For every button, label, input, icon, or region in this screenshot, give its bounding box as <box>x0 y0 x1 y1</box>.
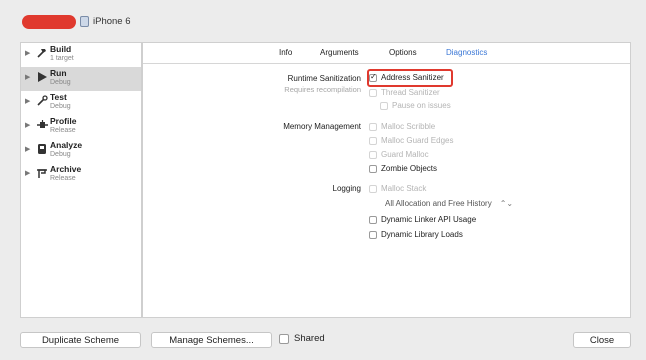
allocation-history-select[interactable]: All Allocation and Free History ⌃⌄ <box>385 199 513 208</box>
disclosure-triangle-icon[interactable]: ▶ <box>25 169 30 177</box>
dynamic-linker-api-usage-label: Dynamic Linker API Usage <box>381 215 477 224</box>
zombie-objects-label: Zombie Objects <box>381 164 438 173</box>
memory-management-label: Memory Management <box>283 122 361 131</box>
disclosure-triangle-icon[interactable]: ▶ <box>25 49 30 57</box>
pause-on-issues-checkbox[interactable]: Pause on issues <box>380 101 451 110</box>
runtime-sanitization-label: Runtime Sanitization <box>287 74 361 83</box>
disclosure-triangle-icon[interactable]: ▶ <box>25 97 30 105</box>
dynamic-library-loads-checkbox[interactable]: Dynamic Library Loads <box>369 230 463 239</box>
sidebar-item-subtitle: Debug <box>50 79 71 86</box>
scheme-editor-panel: Info Arguments Options Diagnostics Runti… <box>142 42 631 318</box>
chevron-updown-icon: ⌃⌄ <box>499 199 514 208</box>
guard-malloc-checkbox[interactable]: Guard Malloc <box>369 150 429 159</box>
checkbox-icon <box>369 184 377 193</box>
sidebar-item-label: Test <box>50 92 67 102</box>
address-sanitizer-label: Address Sanitizer <box>381 73 444 82</box>
guard-malloc-label: Guard Malloc <box>381 150 429 159</box>
checkbox-icon <box>369 150 377 159</box>
checkbox-icon <box>369 215 377 224</box>
checkbox-checked-icon <box>369 72 377 82</box>
sidebar-item-run[interactable]: ▶ Run Debug <box>21 67 141 91</box>
scheme-actions-sidebar: ▶ Build 1 target ▶ Run Debug ▶ Test Debu… <box>20 42 142 318</box>
tab-options[interactable]: Options <box>389 48 417 57</box>
malloc-guard-edges-label: Malloc Guard Edges <box>381 136 454 145</box>
sidebar-item-subtitle: Debug <box>50 151 71 158</box>
archive-icon <box>35 166 49 180</box>
shared-checkbox[interactable]: Shared <box>279 333 325 344</box>
sidebar-item-label: Analyze <box>50 140 83 150</box>
sidebar-item-subtitle: Debug <box>50 103 71 110</box>
sidebar-item-label: Run <box>50 68 67 78</box>
checkbox-icon <box>369 136 377 145</box>
sidebar-item-test[interactable]: ▶ Test Debug <box>21 91 141 115</box>
dynamic-library-loads-label: Dynamic Library Loads <box>381 230 463 239</box>
analyze-icon <box>35 142 49 156</box>
malloc-stack-checkbox[interactable]: Malloc Stack <box>369 184 426 193</box>
address-sanitizer-checkbox[interactable]: Address Sanitizer <box>369 72 444 82</box>
shared-label: Shared <box>294 333 325 344</box>
sidebar-item-label: Archive <box>50 164 82 174</box>
redacted-scheme-name <box>22 15 76 29</box>
thread-sanitizer-label: Thread Sanitizer <box>381 88 440 97</box>
sidebar-item-subtitle: Release <box>50 175 76 182</box>
destination-selector[interactable]: iPhone 6 <box>80 16 131 27</box>
duplicate-scheme-button[interactable]: Duplicate Scheme <box>20 332 141 348</box>
zombie-objects-checkbox[interactable]: Zombie Objects <box>369 164 437 173</box>
manage-schemes-button[interactable]: Manage Schemes... <box>151 332 272 348</box>
tab-arguments[interactable]: Arguments <box>320 48 359 57</box>
sidebar-item-subtitle: 1 target <box>50 55 74 62</box>
sidebar-item-analyze[interactable]: ▶ Analyze Debug <box>21 139 141 163</box>
checkbox-icon <box>369 88 377 97</box>
disclosure-triangle-icon[interactable]: ▶ <box>25 121 30 129</box>
malloc-stack-label: Malloc Stack <box>381 184 427 193</box>
checkbox-icon <box>369 164 377 173</box>
checkbox-icon <box>279 333 289 344</box>
hammer-icon <box>35 46 49 60</box>
checkbox-icon <box>369 122 377 131</box>
malloc-scribble-checkbox[interactable]: Malloc Scribble <box>369 122 435 131</box>
iphone-device-icon <box>80 16 89 27</box>
dynamic-linker-api-usage-checkbox[interactable]: Dynamic Linker API Usage <box>369 215 476 224</box>
sidebar-item-subtitle: Release <box>50 127 76 134</box>
requires-recompilation-note: Requires recompilation <box>284 85 361 94</box>
wrench-icon <box>35 94 49 108</box>
disclosure-triangle-icon[interactable]: ▶ <box>25 145 30 153</box>
checkbox-icon <box>380 101 388 110</box>
tab-info[interactable]: Info <box>279 48 292 57</box>
malloc-guard-edges-checkbox[interactable]: Malloc Guard Edges <box>369 136 453 145</box>
tab-diagnostics[interactable]: Diagnostics <box>446 48 487 57</box>
pause-on-issues-label: Pause on issues <box>392 101 451 110</box>
sidebar-item-label: Build <box>50 44 72 54</box>
sidebar-item-archive[interactable]: ▶ Archive Release <box>21 163 141 187</box>
scheme-toolbar: iPhone 6 <box>0 0 646 40</box>
close-button[interactable]: Close <box>573 332 631 348</box>
sidebar-item-profile[interactable]: ▶ Profile Release <box>21 115 141 139</box>
sidebar-item-build[interactable]: ▶ Build 1 target <box>21 43 141 67</box>
tab-bar: Info Arguments Options Diagnostics <box>143 43 630 64</box>
thread-sanitizer-checkbox[interactable]: Thread Sanitizer <box>369 88 440 97</box>
disclosure-triangle-icon[interactable]: ▶ <box>25 73 30 81</box>
device-name: iPhone 6 <box>93 16 131 27</box>
allocation-history-value: All Allocation and Free History <box>385 199 492 208</box>
play-icon <box>35 70 49 84</box>
checkbox-icon <box>369 230 377 239</box>
malloc-scribble-label: Malloc Scribble <box>381 122 436 131</box>
logging-label: Logging <box>332 184 361 193</box>
sidebar-item-label: Profile <box>50 116 77 126</box>
gauge-icon <box>35 118 49 132</box>
